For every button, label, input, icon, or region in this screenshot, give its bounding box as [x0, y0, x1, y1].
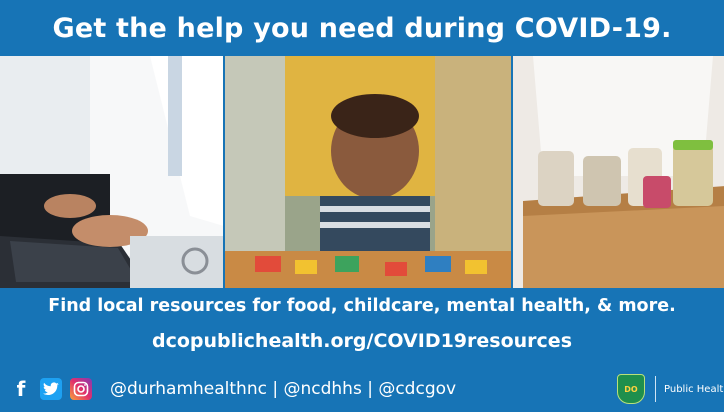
child-playing-photo	[224, 56, 512, 288]
footer: f @durhamhealthnc | @ncdhhs | @cdcgov DO…	[0, 368, 724, 412]
twitter-icon[interactable]	[40, 378, 62, 400]
public-health-logo: DO Public Health	[617, 374, 724, 404]
photo-strip	[0, 56, 724, 288]
logo-text: Public Health	[664, 383, 724, 395]
social-handles: @durhamhealthnc | @ncdhhs | @cdcgov	[110, 379, 457, 399]
facebook-icon[interactable]: f	[10, 377, 32, 401]
logo-divider	[655, 376, 656, 402]
doctor-laptop-photo	[0, 56, 223, 288]
resources-text: Find local resources for food, childcare…	[48, 296, 676, 316]
social-icons: f	[10, 377, 100, 401]
banner-title: Get the help you need during COVID-19.	[52, 12, 672, 44]
food-box-photo	[513, 56, 724, 288]
instagram-icon[interactable]	[70, 378, 92, 400]
resources-url-link[interactable]: dcopublichealth.org/COVID19resources	[0, 330, 724, 352]
shield-logo-icon: DO	[617, 374, 645, 404]
